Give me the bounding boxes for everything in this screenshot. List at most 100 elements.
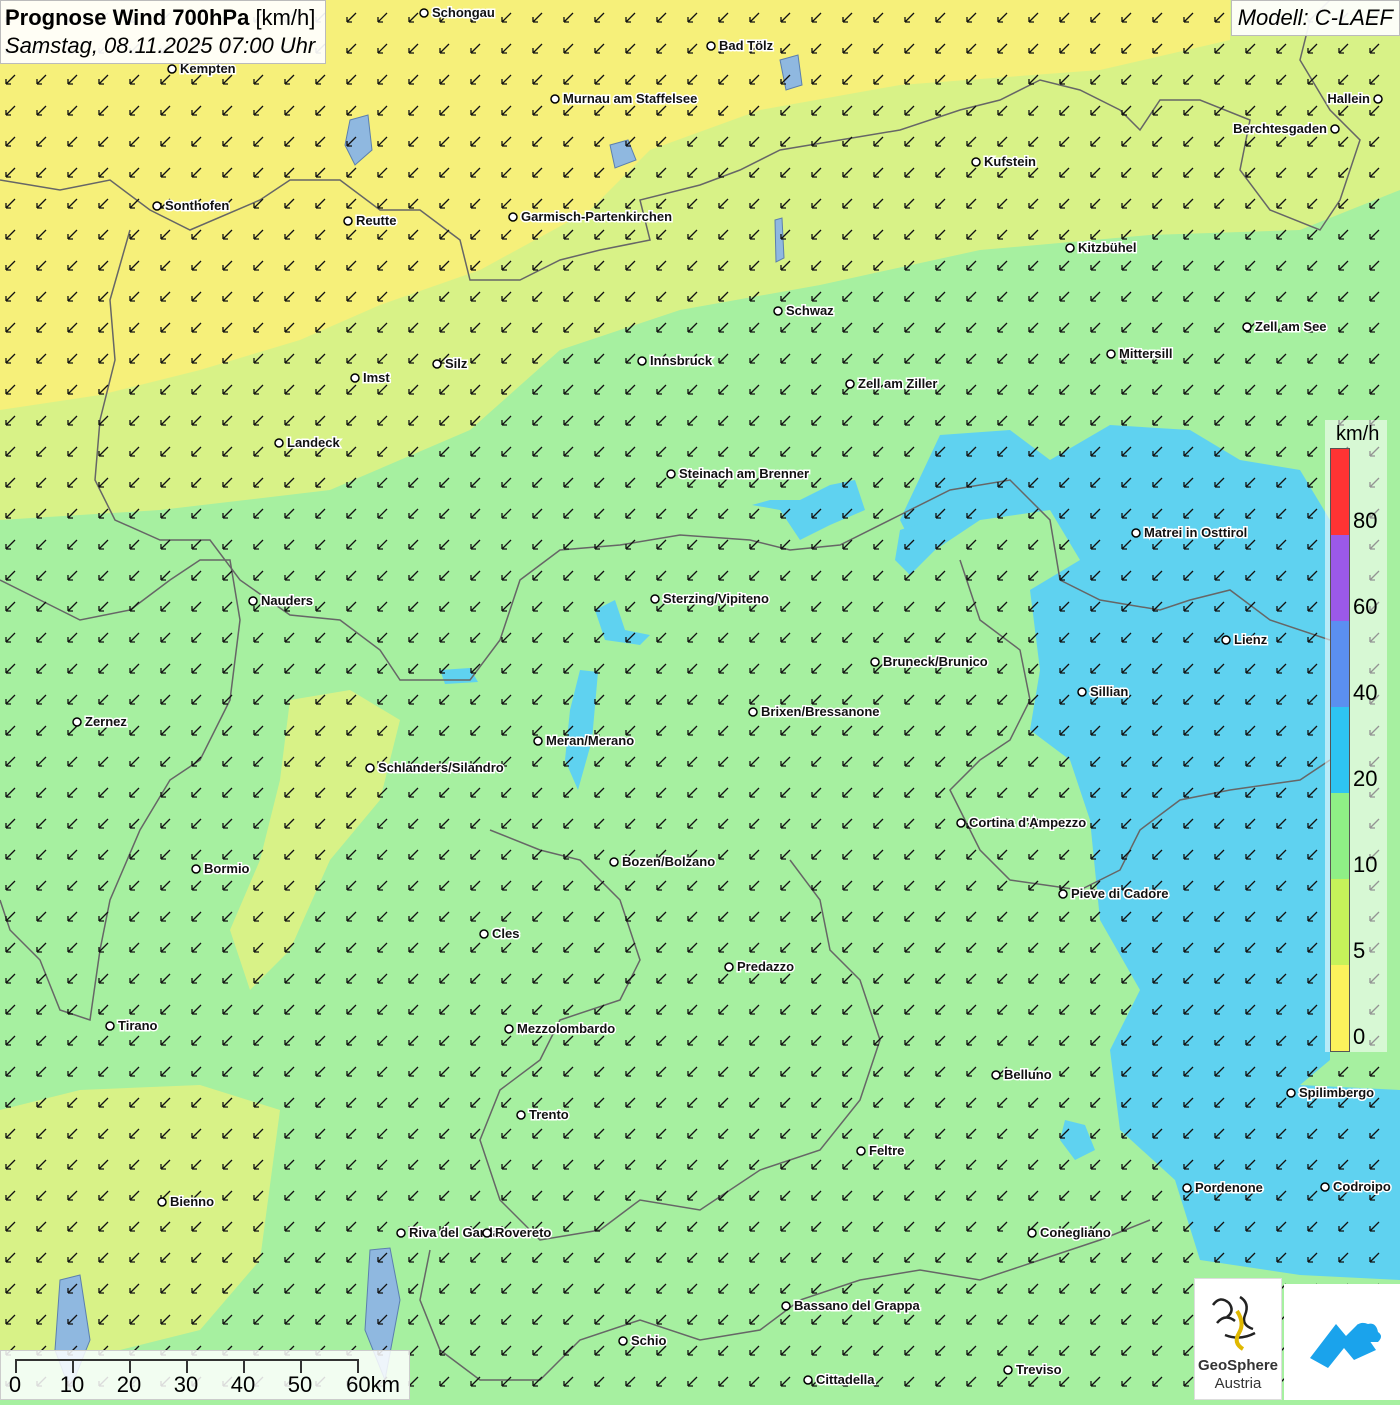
scale-tick [243, 1359, 245, 1373]
city-dot-icon [1131, 528, 1141, 538]
scale-label: 30 [173, 1372, 199, 1397]
city-marker[interactable]: Mezzolombardo [504, 1020, 617, 1038]
city-dot-icon [550, 94, 560, 104]
city-marker[interactable]: Bozen/Bolzano [609, 853, 717, 871]
city-label: Cles [492, 926, 519, 941]
city-label: Conegliano [1040, 1225, 1111, 1240]
scale-tick [15, 1359, 17, 1373]
city-label: Sterzing/Vipiteno [663, 591, 769, 606]
city-dot-icon [845, 379, 855, 389]
city-marker[interactable]: Garmisch-Partenkirchen [508, 208, 674, 226]
city-dot-icon [350, 373, 360, 383]
city-marker[interactable]: Matrei in Osttirol [1131, 524, 1249, 542]
city-dot-icon [1286, 1088, 1296, 1098]
city-marker[interactable]: Zell am See [1242, 318, 1328, 336]
city-dot-icon [1058, 889, 1068, 899]
city-marker[interactable]: Steinach am Brenner [666, 465, 811, 483]
city-dot-icon [482, 1228, 492, 1238]
city-dot-icon [609, 857, 619, 867]
city-dot-icon [167, 64, 177, 74]
city-label: Bozen/Bolzano [622, 854, 715, 869]
city-marker[interactable]: Sterzing/Vipiteno [650, 590, 770, 608]
city-marker[interactable]: Meran/Merano [533, 732, 636, 750]
legend-tick-80: 80 [1353, 508, 1378, 533]
city-label: Silz [445, 356, 468, 371]
city-marker[interactable]: Bruneck/Brunico [870, 653, 989, 671]
city-marker[interactable]: Schongau [419, 4, 496, 22]
city-marker[interactable]: Spilimbergo [1286, 1084, 1376, 1102]
legend-tick-20: 20 [1353, 766, 1378, 791]
scale-label: 60km [346, 1372, 400, 1397]
geosphere-logo-line1: GeoSphere [1197, 1357, 1279, 1374]
app-logo[interactable] [1284, 1284, 1400, 1400]
city-label: Trento [529, 1107, 569, 1122]
scale-tick [300, 1359, 302, 1373]
city-label: Matrei in Osttirol [1144, 525, 1247, 540]
city-marker[interactable]: Innsbruck [637, 352, 714, 370]
city-marker[interactable]: Cortina d'Ampezzo [956, 814, 1088, 832]
city-label: Kitzbühel [1078, 240, 1137, 255]
city-dot-icon [1027, 1228, 1037, 1238]
legend-tick-0: 0 [1353, 1024, 1366, 1049]
city-marker[interactable]: Sonthofen [152, 197, 231, 215]
geosphere-logo-line2: Austria [1214, 1375, 1262, 1392]
legend-seg-5-10 [1331, 879, 1349, 965]
scale-label: 20 [116, 1372, 142, 1397]
city-dot-icon [343, 216, 353, 226]
city-dot-icon [618, 1336, 628, 1346]
city-dot-icon [1330, 124, 1340, 134]
city-label: Schlanders/Silandro [378, 760, 504, 775]
city-dot-icon [1065, 243, 1075, 253]
city-dot-icon [504, 1024, 514, 1034]
city-marker[interactable]: Pordenone [1182, 1179, 1264, 1197]
city-marker[interactable]: Schlanders/Silandro [365, 759, 505, 777]
city-label: Zell am Ziller [858, 376, 937, 391]
city-marker[interactable]: Conegliano [1027, 1224, 1112, 1242]
legend-seg-20-40 [1331, 707, 1349, 793]
legend-tick-10: 10 [1353, 852, 1378, 877]
city-marker[interactable]: Pieve di Cadore [1058, 885, 1170, 903]
city-dot-icon [365, 763, 375, 773]
scale-tick [186, 1359, 188, 1373]
city-dot-icon [157, 1197, 167, 1207]
scale-tick [129, 1359, 131, 1373]
city-label: Spilimbergo [1299, 1085, 1374, 1100]
city-label: Pieve di Cadore [1071, 886, 1169, 901]
city-dot-icon [956, 818, 966, 828]
mountain-cloud-icon [1310, 1322, 1381, 1368]
city-marker[interactable]: Berchtesgaden [1232, 120, 1340, 138]
scale-label: 50 [287, 1372, 313, 1397]
city-dot-icon [781, 1301, 791, 1311]
city-label: Brixen/Bressanone [761, 704, 880, 719]
city-label: Schio [631, 1333, 666, 1348]
scale-label: 40 [230, 1372, 256, 1397]
city-marker[interactable]: Murnau am Staffelsee [550, 90, 699, 108]
legend-seg-40-60 [1331, 621, 1349, 707]
city-label: Mezzolombardo [517, 1021, 615, 1036]
city-label: Cittadella [816, 1372, 875, 1387]
city-dot-icon [1373, 94, 1383, 104]
city-label: Predazzo [737, 959, 794, 974]
city-label: Reutte [356, 213, 396, 228]
city-dot-icon [666, 469, 676, 479]
legend-tick-5: 5 [1353, 938, 1366, 963]
map-title-main: Prognose Wind 700hPa [5, 5, 250, 30]
legend-seg-10-20 [1331, 793, 1349, 879]
city-dot-icon [637, 356, 647, 366]
legend-color-bar [1330, 448, 1350, 1052]
city-marker[interactable]: Zell am Ziller [845, 375, 939, 393]
city-label: Zell am See [1255, 319, 1327, 334]
city-dot-icon [773, 306, 783, 316]
city-dot-icon [724, 962, 734, 972]
city-dot-icon [971, 157, 981, 167]
scale-bar: 0 10 20 30 40 50 60km [0, 1350, 410, 1400]
legend-tick-40: 40 [1353, 680, 1378, 705]
city-marker[interactable]: Bassano del Grappa [781, 1297, 922, 1315]
geosphere-logo[interactable]: GeoSphere Austria [1194, 1278, 1282, 1400]
city-label: Bienno [170, 1194, 214, 1209]
model-label: Modell: C-LAEF [1230, 0, 1400, 36]
city-dot-icon [1320, 1182, 1330, 1192]
city-label: Belluno [1004, 1067, 1052, 1082]
city-dot-icon [248, 596, 258, 606]
city-marker[interactable]: Brixen/Bressanone [748, 703, 881, 721]
